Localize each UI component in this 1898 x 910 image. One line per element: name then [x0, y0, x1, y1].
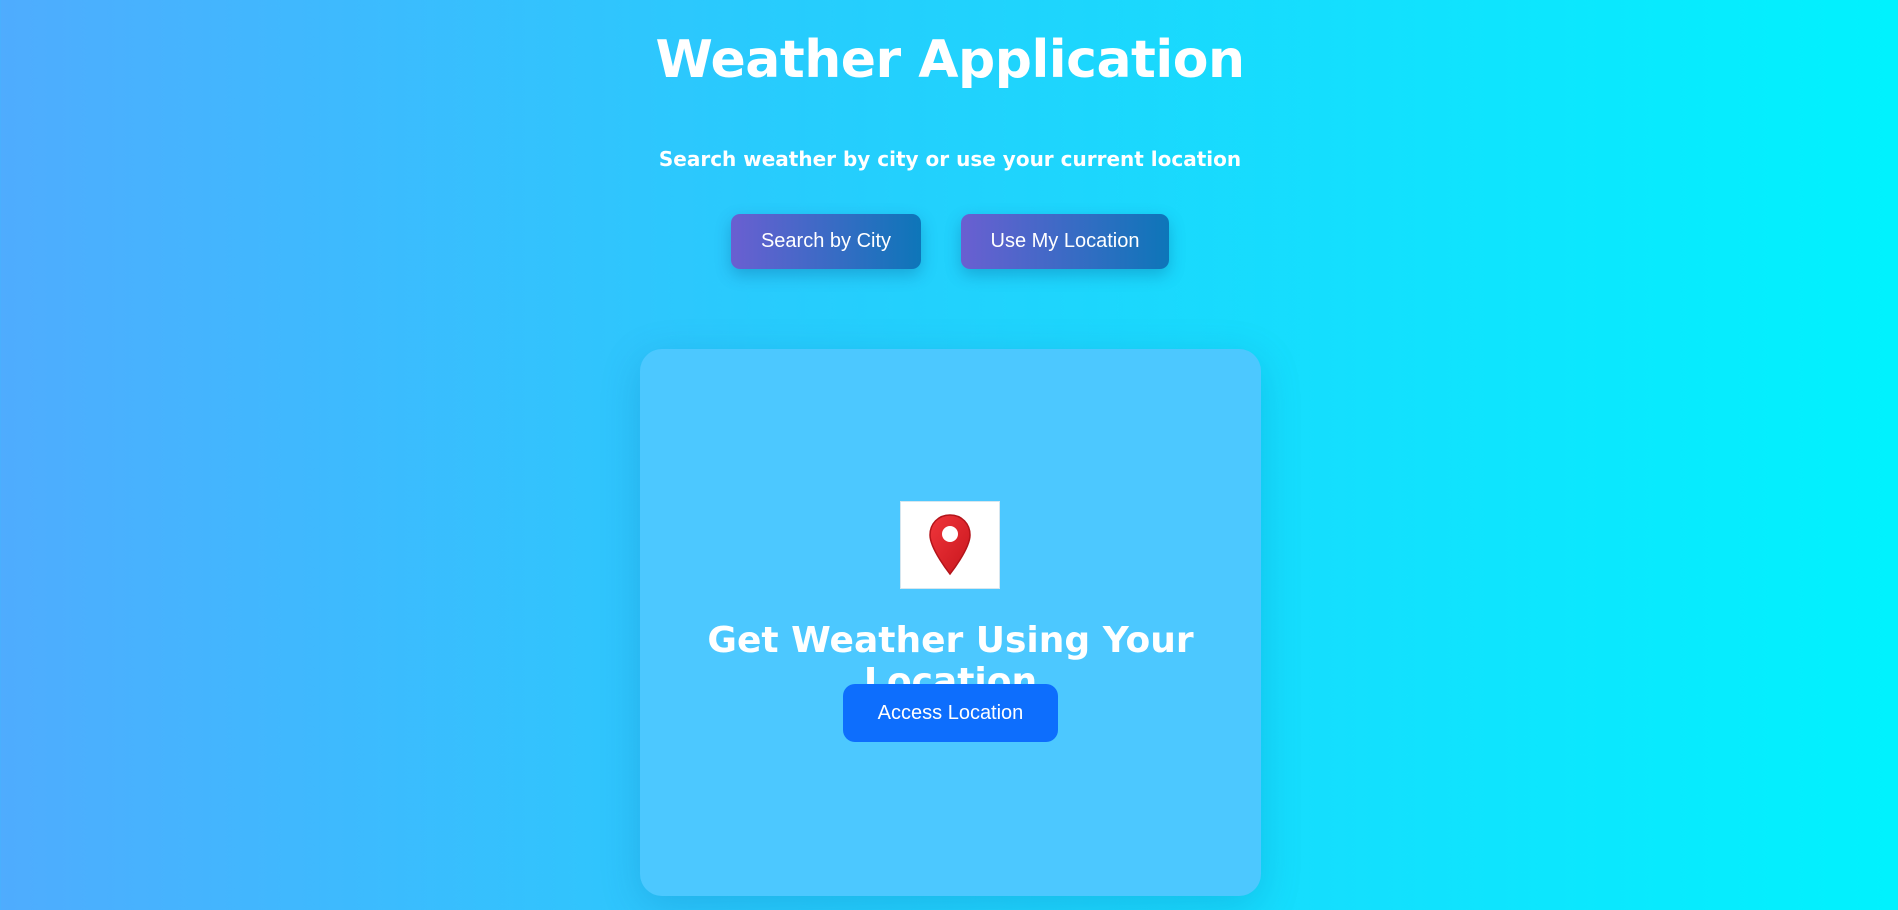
search-by-city-button[interactable]: Search by City	[731, 214, 921, 269]
location-pin-image	[900, 501, 1000, 589]
page-title: Weather Application	[655, 30, 1245, 90]
page-subtitle: Search weather by city or use your curre…	[658, 147, 1242, 171]
access-location-button[interactable]: Access Location	[843, 684, 1058, 742]
use-my-location-button[interactable]: Use My Location	[961, 214, 1169, 269]
location-pin-icon	[929, 514, 971, 576]
